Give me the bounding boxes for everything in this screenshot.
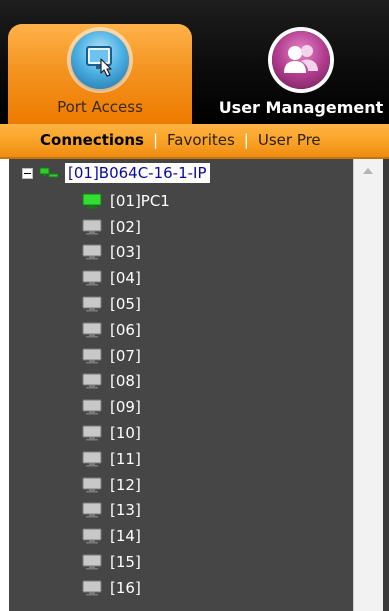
sub-navigation: Connections | Favorites | User Pre xyxy=(0,124,389,159)
tab-port-access[interactable]: Port Access xyxy=(8,24,192,124)
top-navigation-bar: Port Access User Management xyxy=(0,0,389,124)
port-item[interactable]: [13] xyxy=(82,498,170,524)
tree-root-node[interactable]: [01]B064C-16-1-IP xyxy=(22,162,210,184)
port-label: [12] xyxy=(110,475,141,494)
port-label: [10] xyxy=(110,424,141,443)
monitor-offline-icon xyxy=(82,348,102,364)
port-label: [05] xyxy=(110,295,141,314)
port-label: [08] xyxy=(110,372,141,391)
subnav-connections[interactable]: Connections xyxy=(40,124,144,157)
panel-edge xyxy=(383,159,389,611)
subnav-separator: | xyxy=(243,131,249,149)
port-item[interactable]: [11] xyxy=(82,446,170,472)
port-label: [15] xyxy=(110,553,141,572)
port-list: [01]PC1 [02] [03] [04] [05] [06] [07] [08] [09] [… xyxy=(82,188,170,601)
monitor-online-icon xyxy=(82,193,102,209)
port-label: [03] xyxy=(110,243,141,262)
port-item[interactable]: [04] xyxy=(82,265,170,291)
port-item[interactable]: [12] xyxy=(82,472,170,498)
monitor-offline-icon xyxy=(82,322,102,338)
port-label: [07] xyxy=(110,346,141,365)
monitor-offline-icon xyxy=(82,399,102,415)
monitor-offline-icon xyxy=(82,580,102,596)
port-item[interactable]: [10] xyxy=(82,420,170,446)
tab-user-management-label: User Management xyxy=(218,98,384,117)
monitor-offline-icon xyxy=(82,502,102,518)
monitor-offline-icon xyxy=(82,451,102,467)
kvm-switch-icon xyxy=(39,167,59,178)
port-label: [02] xyxy=(110,217,141,236)
port-item[interactable]: [09] xyxy=(82,394,170,420)
port-item[interactable]: [01]PC1 xyxy=(82,188,170,214)
monitor-offline-icon xyxy=(82,528,102,544)
port-label: [13] xyxy=(110,501,141,520)
scroll-up-arrow-icon[interactable] xyxy=(363,168,373,174)
port-label: [09] xyxy=(110,398,141,417)
port-label: [06] xyxy=(110,320,141,339)
tree-root-label[interactable]: [01]B064C-16-1-IP xyxy=(65,163,210,183)
port-access-icon xyxy=(71,31,129,89)
subnav-user-preferences[interactable]: User Pre xyxy=(258,124,321,157)
port-label: [14] xyxy=(110,527,141,546)
monitor-offline-icon xyxy=(82,477,102,493)
monitor-offline-icon xyxy=(82,244,102,260)
port-item[interactable]: [16] xyxy=(82,575,170,601)
port-item[interactable]: [08] xyxy=(82,369,170,395)
vertical-scrollbar[interactable] xyxy=(353,159,384,611)
subnav-separator: | xyxy=(152,131,159,149)
monitor-offline-icon xyxy=(82,425,102,441)
port-label: [01]PC1 xyxy=(110,191,170,210)
port-label: [16] xyxy=(110,578,141,597)
tab-port-access-label: Port Access xyxy=(57,98,143,116)
users-icon xyxy=(272,31,330,89)
port-item[interactable]: [15] xyxy=(82,549,170,575)
monitor-offline-icon xyxy=(82,554,102,570)
port-item[interactable]: [06] xyxy=(82,317,170,343)
monitor-offline-icon xyxy=(82,270,102,286)
port-item[interactable]: [03] xyxy=(82,240,170,266)
monitor-offline-icon xyxy=(82,296,102,312)
tab-user-management[interactable]: User Management xyxy=(206,24,389,124)
port-item[interactable]: [02] xyxy=(82,214,170,240)
port-item[interactable]: [14] xyxy=(82,523,170,549)
subnav-favorites[interactable]: Favorites xyxy=(167,124,235,157)
port-item[interactable]: [05] xyxy=(82,291,170,317)
monitor-offline-icon xyxy=(82,219,102,235)
port-item[interactable]: [07] xyxy=(82,343,170,369)
port-tree-panel xyxy=(9,159,353,611)
port-label: [04] xyxy=(110,269,141,288)
port-label: [11] xyxy=(110,449,141,468)
monitor-offline-icon xyxy=(82,373,102,389)
collapse-icon[interactable] xyxy=(22,167,33,179)
